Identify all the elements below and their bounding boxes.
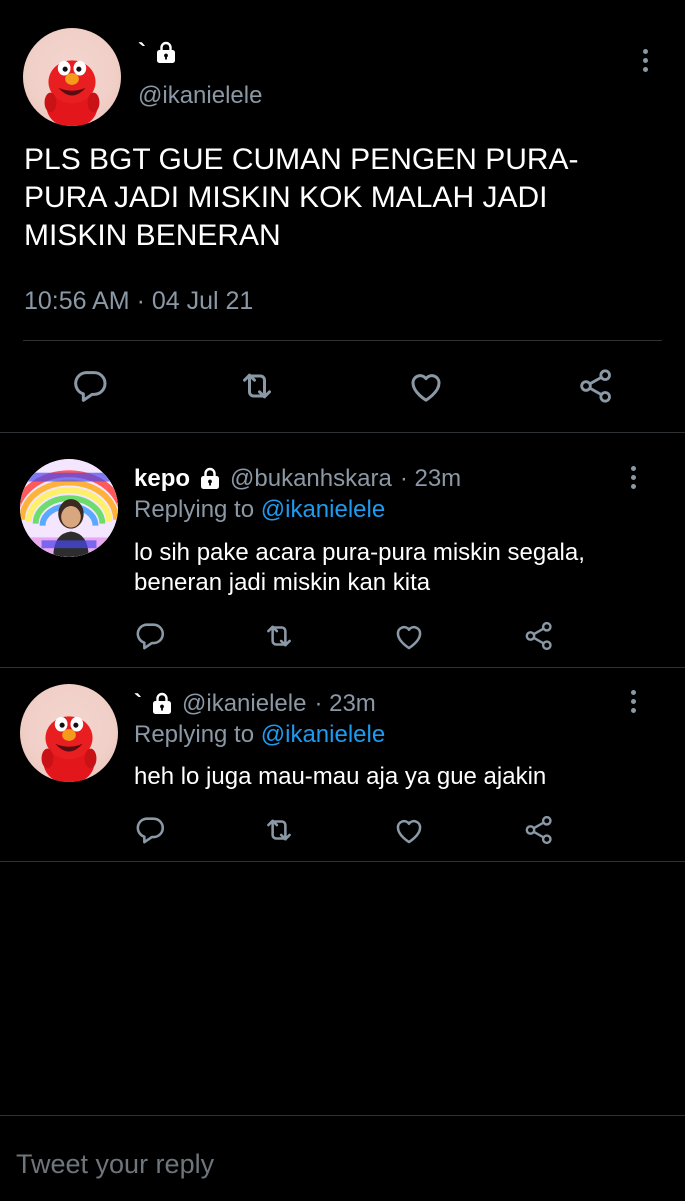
reply-icon[interactable]: [133, 813, 167, 847]
replying-to-label: Replying to: [134, 721, 255, 748]
like-icon[interactable]: [392, 813, 426, 847]
share-icon[interactable]: [522, 813, 556, 847]
display-name[interactable]: `: [138, 39, 146, 67]
tweet-reply-input[interactable]: Tweet your reply: [16, 1149, 214, 1180]
like-icon[interactable]: [392, 619, 426, 653]
tweet-timestamp[interactable]: 10:56 AM · 04 Jul 21: [24, 287, 253, 316]
more-dot: [630, 483, 636, 489]
display-name[interactable]: `: [134, 690, 142, 718]
divider: [23, 340, 662, 341]
more-dot: [630, 474, 636, 480]
reply-header: ` @ikanielele · 23m: [134, 688, 376, 720]
rainbow-photo-avatar: [20, 459, 118, 557]
reply-tweet[interactable]: kepo @bukanhskara · 23m Replying to @ika…: [0, 432, 685, 668]
retweet-icon[interactable]: [262, 813, 296, 847]
more-options-button[interactable]: [623, 686, 643, 716]
more-dot: [642, 48, 648, 54]
reply-header: kepo @bukanhskara · 23m: [134, 463, 461, 495]
user-handle[interactable]: @ikanielele: [182, 690, 306, 718]
tweet-actions: [0, 813, 685, 849]
retweet-icon[interactable]: [237, 366, 277, 406]
more-dot: [630, 707, 636, 713]
user-handle[interactable]: @ikanielele: [138, 82, 262, 110]
user-handle[interactable]: @bukanhskara: [230, 465, 392, 493]
lock-icon: [154, 41, 178, 65]
main-tweet: ` @ikanielele PLS BGT GUE CUMAN PENGEN P…: [0, 0, 685, 433]
more-options-button[interactable]: [635, 45, 655, 75]
replying-to-handle[interactable]: @ikanielele: [261, 721, 385, 748]
replying-to-label: Replying to: [134, 496, 255, 523]
avatar[interactable]: [20, 459, 118, 557]
replying-to-handle[interactable]: @ikanielele: [261, 496, 385, 523]
avatar[interactable]: [20, 684, 118, 782]
replying-to: Replying to @ikanielele: [134, 496, 385, 524]
more-dot: [642, 57, 648, 63]
lock-icon: [198, 467, 222, 491]
reply-tweet[interactable]: ` @ikanielele · 23m Replying to @ikaniel…: [0, 668, 685, 862]
display-name[interactable]: kepo: [134, 465, 190, 493]
reply-text: lo sih pake acara pura-pura miskin segal…: [134, 539, 585, 596]
more-dot: [630, 698, 636, 704]
share-icon[interactable]: [522, 619, 556, 653]
share-icon[interactable]: [576, 366, 616, 406]
like-icon[interactable]: [406, 366, 446, 406]
tweet-text: PLS BGT GUE CUMAN PENGEN PURA-PURA JADI …: [24, 143, 579, 252]
author-name-row: `: [138, 38, 178, 68]
reply-time: · 23m: [399, 465, 462, 492]
reply-icon[interactable]: [133, 619, 167, 653]
lock-icon: [150, 692, 174, 716]
elmo-avatar-image: [23, 28, 121, 126]
retweet-icon[interactable]: [262, 619, 296, 653]
reply-icon[interactable]: [70, 366, 110, 406]
tweet-actions: [0, 366, 685, 406]
reply-time: · 23m: [314, 690, 376, 717]
tweet-actions: [0, 619, 685, 655]
replying-to: Replying to @ikanielele: [134, 721, 385, 749]
elmo-avatar-image: [20, 684, 118, 782]
more-dot: [630, 689, 636, 695]
reply-compose-bar: Tweet your reply: [0, 1115, 685, 1201]
reply-text: heh lo juga mau-mau aja ya gue ajakin: [134, 763, 547, 790]
more-dot: [630, 465, 636, 471]
more-dot: [642, 66, 648, 72]
more-options-button[interactable]: [623, 462, 643, 492]
avatar[interactable]: [23, 28, 121, 126]
